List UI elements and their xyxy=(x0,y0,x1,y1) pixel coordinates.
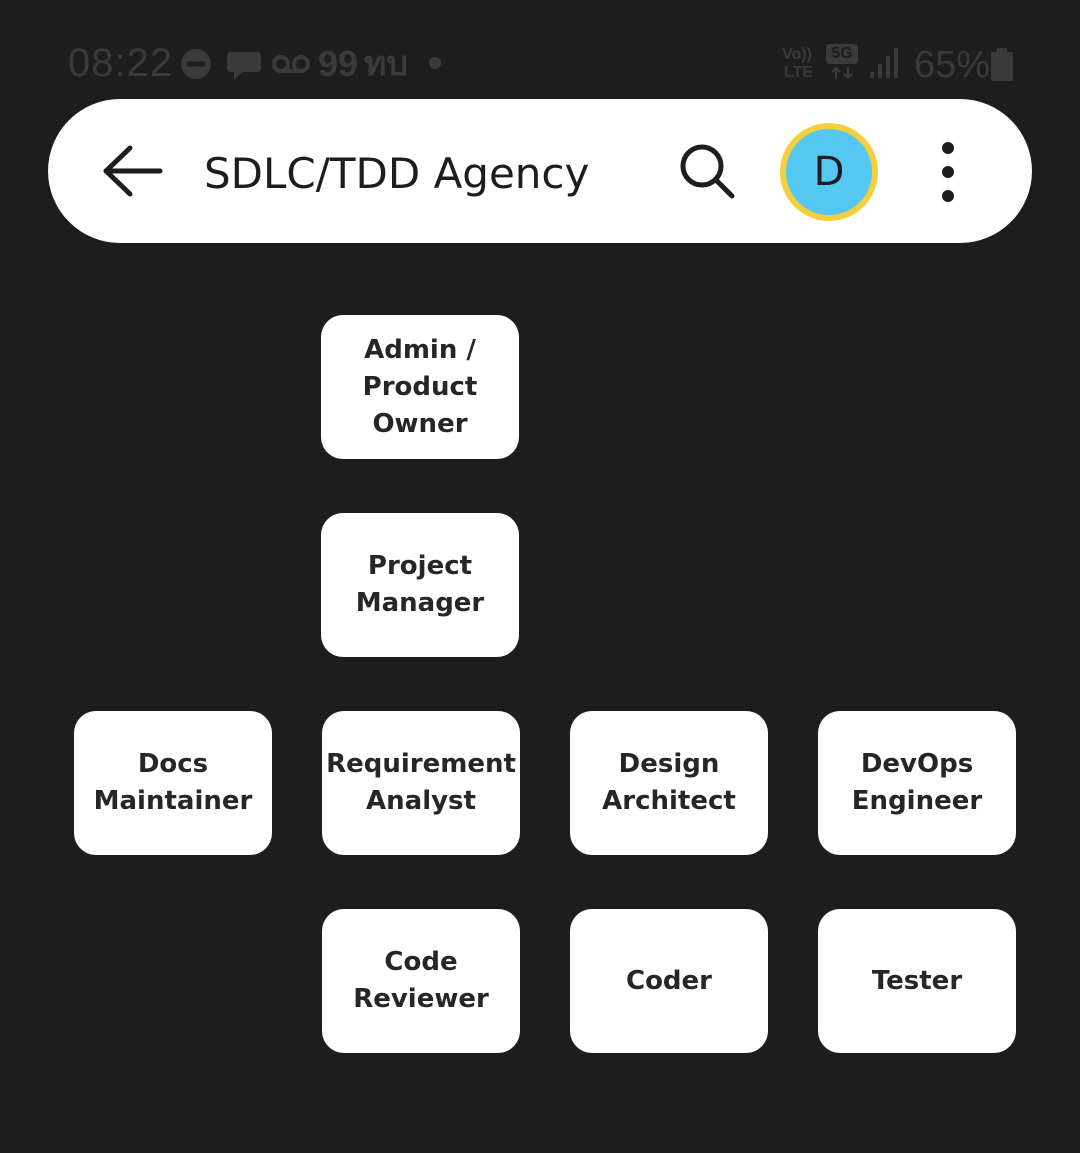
node-label: Tester xyxy=(871,965,963,996)
notification-count: 99 xyxy=(318,43,359,84)
page-title: SDLC/TDD Agency xyxy=(204,149,590,198)
avatar[interactable]: D xyxy=(780,123,878,221)
node-tester[interactable]: Tester xyxy=(818,909,1016,1053)
battery-icon xyxy=(991,48,1013,81)
node-label: Code Reviewer xyxy=(353,947,489,1014)
chat-bubble-icon xyxy=(227,52,261,80)
node-coder[interactable]: Coder xyxy=(570,909,768,1053)
volte-label: Vo)) xyxy=(782,46,812,63)
network-text: ทบ xyxy=(364,45,408,83)
node-label: Docs Maintainer xyxy=(93,749,253,816)
node-label: DevOps Engineer xyxy=(851,749,983,816)
node-admin-product-owner[interactable]: Admin / Product Owner xyxy=(321,315,519,459)
lte-label: LTE xyxy=(784,64,814,81)
node-label: Coder xyxy=(625,965,712,996)
node-code-reviewer[interactable]: Code Reviewer xyxy=(322,909,520,1053)
node-requirement-analyst[interactable]: Requirement Analyst xyxy=(322,711,520,855)
node-label: Project Manager xyxy=(355,551,485,618)
network-type-badge: 5G xyxy=(826,44,858,64)
back-button[interactable] xyxy=(96,140,168,202)
status-time: 08:22 xyxy=(68,41,174,85)
avatar-letter: D xyxy=(813,149,845,195)
node-devops-engineer[interactable]: DevOps Engineer xyxy=(818,711,1016,855)
node-label: Requirement Analyst xyxy=(326,749,516,816)
node-docs-maintainer[interactable]: Docs Maintainer xyxy=(74,711,272,855)
more-options-button[interactable] xyxy=(928,136,968,208)
voicemail-icon xyxy=(272,55,310,73)
more-vert-icon xyxy=(942,142,954,202)
node-project-manager[interactable]: Project Manager xyxy=(321,513,519,657)
do-not-disturb-icon xyxy=(181,49,211,79)
arrow-left-icon xyxy=(103,145,163,197)
node-design-architect[interactable]: Design Architect xyxy=(570,711,768,855)
dot-icon xyxy=(429,57,441,69)
node-label: Design Architect xyxy=(602,749,736,816)
battery-percent: 65% xyxy=(914,44,991,86)
search-button[interactable] xyxy=(676,140,740,204)
data-arrows-icon xyxy=(831,66,853,80)
search-icon xyxy=(680,144,735,199)
node-label: Admin / Product Owner xyxy=(362,334,478,439)
signal-icon xyxy=(870,48,898,78)
network-type-label: 5G xyxy=(831,45,853,62)
